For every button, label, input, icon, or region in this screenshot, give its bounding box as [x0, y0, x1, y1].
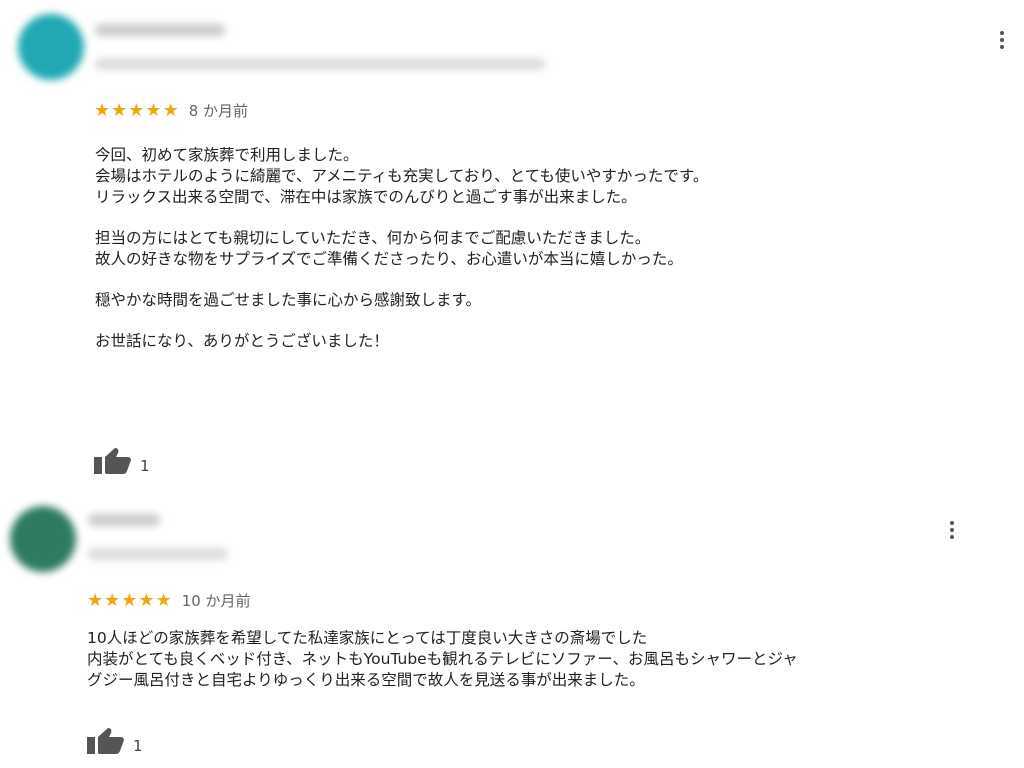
thumbs-up-icon [87, 728, 124, 754]
review-text-line: 故人の好きな物をサプライズでご準備くださったり、お心遣いが本当に嬉しかった。 [95, 250, 683, 268]
review-text: 10人ほどの家族葬を希望してた私達家族にとっては丁度良い大きさの斎場でした内装が… [87, 628, 798, 691]
rating-row: ★ ★ ★ ★ ★ 10 か月前 [87, 590, 251, 611]
star-icon: ★ [145, 99, 162, 121]
star-icon: ★ [128, 99, 145, 121]
star-icon: ★ [121, 589, 138, 611]
star-icon: ★ [138, 589, 155, 611]
reviewer-name-blurred[interactable] [88, 514, 160, 526]
review-text-line: お世話になり、ありがとうございました！ [95, 332, 389, 350]
review-text-line: リラックス出来る空間で、滞在中は家族でのんびりと過ごす事が出来ました。 [95, 188, 637, 206]
review-text-line: 担当の方にはとても親切にしていただき、何から何までご配慮いただきました。 [95, 229, 651, 247]
review-card: ★ ★ ★ ★ ★ 10 か月前 10人ほどの家族葬を希望してた私達家族にとっては丁度良… [0, 490, 1024, 768]
review-text-line: 今回、初めて家族葬で利用しました。 [95, 146, 359, 164]
star-icon: ★ [111, 99, 128, 121]
star-rating: ★ ★ ★ ★ ★ [87, 589, 172, 611]
star-icon: ★ [155, 589, 172, 611]
reviewer-name-blurred[interactable] [95, 24, 225, 36]
star-icon: ★ [104, 589, 121, 611]
review-date: 10 か月前 [181, 592, 251, 610]
review-date: 8 か月前 [188, 102, 249, 120]
like-count: 1 [140, 457, 150, 475]
reviewer-meta-blurred [88, 548, 228, 560]
like-count: 1 [133, 737, 143, 755]
avatar[interactable] [10, 506, 76, 572]
rating-row: ★ ★ ★ ★ ★ 8 か月前 [94, 100, 248, 121]
reviewer-meta-blurred [95, 58, 545, 70]
more-options-icon[interactable] [942, 516, 962, 544]
star-icon: ★ [162, 99, 179, 121]
review-card: ★ ★ ★ ★ ★ 8 か月前 今回、初めて家族葬で利用しました。 会場はホテルのように綺… [0, 0, 1024, 490]
like-button[interactable]: 1 [87, 728, 143, 754]
more-options-icon[interactable] [992, 26, 1012, 54]
review-text-line: 会場はホテルのように綺麗で、アメニティも充実しており、とても使いやすかったです。 [95, 167, 709, 185]
review-text-line: 穏やかな時間を過ごせました事に心から感謝致します。 [95, 291, 481, 309]
avatar[interactable] [18, 14, 84, 80]
star-rating: ★ ★ ★ ★ ★ [94, 99, 179, 121]
like-button[interactable]: 1 [94, 448, 150, 474]
thumbs-up-icon [94, 448, 131, 474]
review-text-line: 内装がとても良くベッド付き、ネットもYouTubeも観れるテレビにソファー、お風… [87, 650, 798, 668]
review-text-line: 10人ほどの家族葬を希望してた私達家族にとっては丁度良い大きさの斎場でした [87, 629, 648, 647]
review-text-line: グジー風呂付きと自宅よりゆっくり出来る空間で故人を見送る事が出来ました。 [87, 671, 645, 689]
review-text: 今回、初めて家族葬で利用しました。会場はホテルのように綺麗で、アメニティも充実し… [95, 145, 708, 352]
star-icon: ★ [94, 99, 111, 121]
star-icon: ★ [87, 589, 104, 611]
